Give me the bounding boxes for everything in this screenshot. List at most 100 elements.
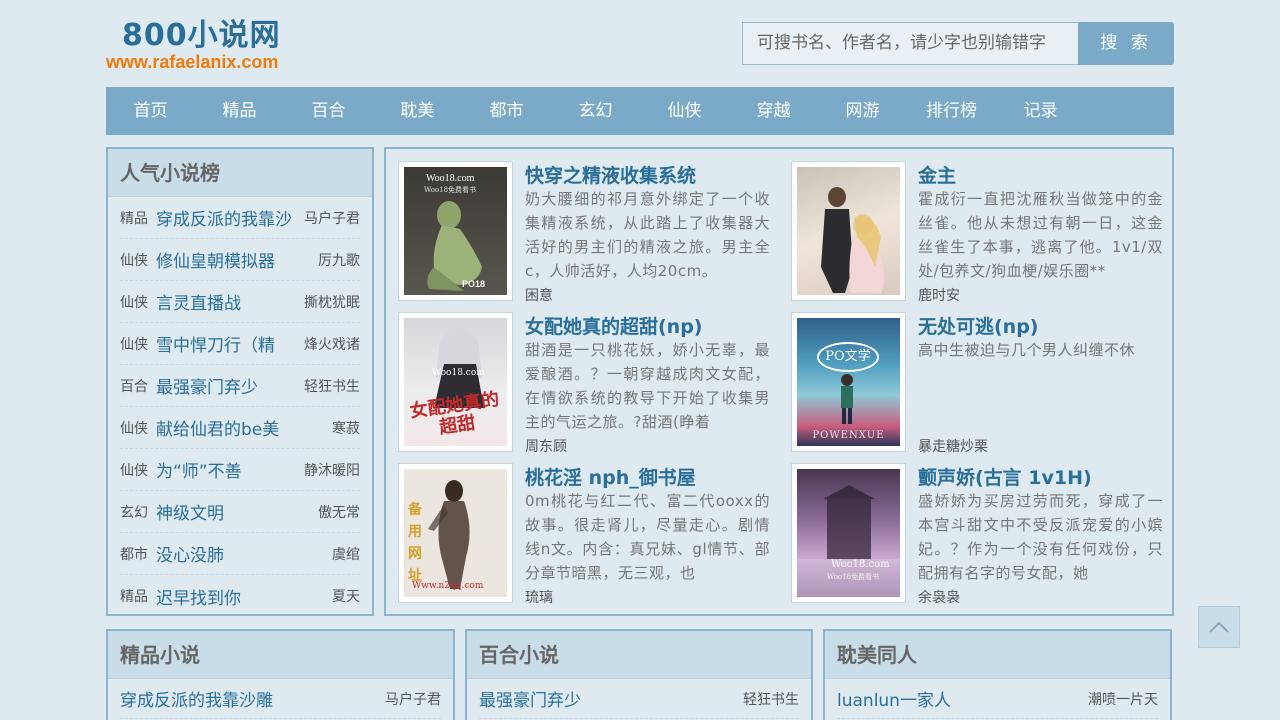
ranking-author: 马户子君 — [304, 210, 360, 227]
ranking-item[interactable]: 仙侠 为“师”不善 静沐暖阳 — [120, 449, 360, 491]
nav-item-xianxia[interactable]: 仙侠 — [640, 87, 729, 135]
list-item-title[interactable]: 穿成反派的我靠沙雕 — [120, 686, 385, 711]
back-to-top-button[interactable] — [1198, 606, 1240, 648]
ranking-book-title[interactable]: 迟早找到你 — [156, 584, 330, 609]
section-list: luanlun一家人 潮喷一片天 — [825, 679, 1170, 719]
book-description: 甜酒是一只桃花妖，娇小无辜，最爱酿酒。？一朝穿越成肉文女配，在情欲系统的教导下开… — [525, 341, 770, 431]
book-cover[interactable]: Woo18.com 女配她真的超甜 — [398, 312, 513, 452]
ranking-book-title[interactable]: 言灵直播战 — [156, 289, 302, 314]
nav-item-history[interactable]: 记录 — [996, 87, 1085, 135]
book-cover[interactable]: PO文学 POWENXUE — [791, 312, 906, 452]
ranking-author: 撕枕犹眠 — [304, 294, 360, 311]
section-jingpin: 精品小说 穿成反派的我靠沙雕 马户子君 — [106, 629, 455, 720]
list-item[interactable]: luanlun一家人 潮喷一片天 — [837, 679, 1158, 719]
nav-item-dushi[interactable]: 都市 — [462, 87, 551, 135]
ranking-item[interactable]: 仙侠 献给仙君的be美 寒菽 — [120, 407, 360, 449]
book-cover[interactable]: 备用网址 Www.n2qq.com — [398, 463, 513, 603]
section-list: 穿成反派的我靠沙雕 马户子君 — [108, 679, 453, 719]
ranking-item[interactable]: 仙侠 言灵直播战 撕枕犹眠 — [120, 281, 360, 323]
list-item-title[interactable]: luanlun一家人 — [837, 686, 1088, 711]
ranking-book-title[interactable]: 神级文明 — [156, 499, 316, 524]
featured-book: Woo18.com Woo18免费看书 PO18 快穿之精液收集系统 奶大腰细的… — [398, 161, 778, 305]
book-title[interactable]: 快穿之精液收集系统 — [525, 161, 696, 188]
ranking-title: 人气小说榜 — [108, 149, 372, 197]
ranking-item[interactable]: 百合 最强豪门弃少 轻狂书生 — [120, 365, 360, 407]
list-item-author: 马户子君 — [385, 691, 441, 708]
ranking-book-title[interactable]: 为“师”不善 — [156, 457, 302, 482]
section-title: 耽美同人 — [825, 631, 1170, 679]
nav-item-danmei[interactable]: 耽美 — [373, 87, 462, 135]
cover-site-text: Woo18.com — [432, 368, 485, 378]
book-cover[interactable]: Woo18.com Woo18免费看书 — [791, 463, 906, 603]
ranking-item[interactable]: 仙侠 雪中悍刀行（精 烽火戏诸 — [120, 323, 360, 365]
ranking-category: 仙侠 — [120, 252, 148, 269]
list-item-author: 潮喷一片天 — [1088, 691, 1158, 708]
ranking-panel: 人气小说榜 精品 穿成反派的我靠沙 马户子君 仙侠 修仙皇朝模拟器 厉九歌 仙侠 言灵直播… — [106, 147, 374, 616]
ranking-book-title[interactable]: 穿成反派的我靠沙 — [156, 205, 302, 230]
site-logo-title[interactable]: 800小说网 — [122, 10, 281, 54]
cover-vertical-text: 备用网址 — [408, 502, 422, 584]
search-button[interactable]: 搜 索 — [1078, 22, 1174, 65]
cover-url-text: Www.n2qq.com — [412, 581, 484, 591]
ranking-list: 精品 穿成反派的我靠沙 马户子君 仙侠 修仙皇朝模拟器 厉九歌 仙侠 言灵直播战 撕枕犹眠 … — [108, 197, 372, 617]
book-author[interactable]: 余袅袅 — [918, 587, 960, 607]
ranking-book-title[interactable]: 雪中悍刀行（精 — [156, 331, 302, 356]
ranking-item[interactable]: 仙侠 修仙皇朝模拟器 厉九歌 — [120, 239, 360, 281]
ranking-author: 寒菽 — [332, 420, 360, 437]
list-item-author: 轻狂书生 — [743, 691, 799, 708]
list-item[interactable]: 穿成反派的我靠沙雕 马户子君 — [120, 679, 441, 719]
book-title[interactable]: 女配她真的超甜(np) — [525, 312, 703, 339]
ranking-author: 虞绾 — [332, 546, 360, 563]
ranking-item[interactable]: 都市 没心没肺 虞绾 — [120, 533, 360, 575]
section-title: 百合小说 — [467, 631, 811, 679]
nav-item-jingpin[interactable]: 精品 — [195, 87, 284, 135]
ranking-category: 仙侠 — [120, 336, 148, 353]
ranking-book-title[interactable]: 没心没肺 — [156, 541, 330, 566]
nav-item-chuanyue[interactable]: 穿越 — [729, 87, 818, 135]
ranking-author: 傲无常 — [318, 504, 360, 521]
book-title[interactable]: 颤声娇(古言 1v1H) — [918, 463, 1092, 490]
ranking-item[interactable]: 精品 穿成反派的我靠沙 马户子君 — [120, 197, 360, 239]
featured-book: PO文学 POWENXUE 无处可逃(np) 高中生被迫与几个男人纠缠不休 暴走… — [791, 312, 1171, 456]
list-item-title[interactable]: 最强豪门弃少 — [479, 686, 743, 711]
nav-item-ranking[interactable]: 排行榜 — [907, 87, 996, 135]
ranking-category: 玄幻 — [120, 504, 148, 521]
section-title: 精品小说 — [108, 631, 453, 679]
ranking-category: 精品 — [120, 589, 148, 605]
ranking-category: 仙侠 — [120, 420, 148, 437]
featured-book: 备用网址 Www.n2qq.com 桃花淫 nph_御书屋 0m桃花与红二代、富… — [398, 463, 778, 607]
book-title[interactable]: 桃花淫 nph_御书屋 — [525, 463, 696, 490]
nav-item-baihe[interactable]: 百合 — [284, 87, 373, 135]
ranking-book-title[interactable]: 修仙皇朝模拟器 — [156, 247, 316, 272]
featured-panel: Woo18.com Woo18免费看书 PO18 快穿之精液收集系统 奶大腰细的… — [384, 147, 1174, 616]
ranking-item[interactable]: 玄幻 神级文明 傲无常 — [120, 491, 360, 533]
book-author[interactable]: 周东顾 — [525, 436, 567, 456]
section-danmei: 耽美同人 luanlun一家人 潮喷一片天 — [823, 629, 1172, 720]
nav-item-home[interactable]: 首页 — [106, 87, 195, 135]
book-author[interactable]: 困意 — [525, 285, 553, 305]
book-author[interactable]: 暴走糖炒栗 — [918, 436, 988, 456]
book-author[interactable]: 鹿时安 — [918, 285, 960, 305]
nav-item-xuanhuan[interactable]: 玄幻 — [551, 87, 640, 135]
ranking-book-title[interactable]: 献给仙君的be美 — [156, 415, 330, 440]
book-title[interactable]: 无处可逃(np) — [918, 312, 1039, 339]
section-baihe: 百合小说 最强豪门弃少 轻狂书生 — [465, 629, 813, 720]
section-list: 最强豪门弃少 轻狂书生 — [467, 679, 811, 719]
ranking-category: 仙侠 — [120, 462, 148, 479]
cover-couple-illustration — [821, 187, 885, 293]
site-url[interactable]: www.rafaelanix.com — [106, 52, 278, 73]
search-input[interactable]: 可搜书名、作者名，请少字也别输错字 — [742, 22, 1079, 65]
book-cover[interactable]: Woo18.com Woo18免费看书 PO18 — [398, 161, 513, 301]
book-author[interactable]: 琉璃 — [525, 587, 553, 607]
cover-boy-illustration — [841, 374, 853, 424]
ranking-category: 都市 — [120, 546, 148, 563]
book-cover[interactable] — [791, 161, 906, 301]
list-item[interactable]: 最强豪门弃少 轻狂书生 — [479, 679, 799, 719]
book-title[interactable]: 金主 — [918, 161, 956, 188]
featured-book: Woo18.com 女配她真的超甜 女配她真的超甜(np) 甜酒是一只桃花妖，娇… — [398, 312, 778, 456]
nav-item-wangyou[interactable]: 网游 — [818, 87, 907, 135]
ranking-item[interactable]: 精品 迟早找到你 夏天 — [120, 575, 360, 617]
ranking-book-title[interactable]: 最强豪门弃少 — [156, 373, 302, 398]
chevron-up-icon — [1209, 621, 1229, 633]
cover-figure-illustration — [427, 201, 482, 291]
